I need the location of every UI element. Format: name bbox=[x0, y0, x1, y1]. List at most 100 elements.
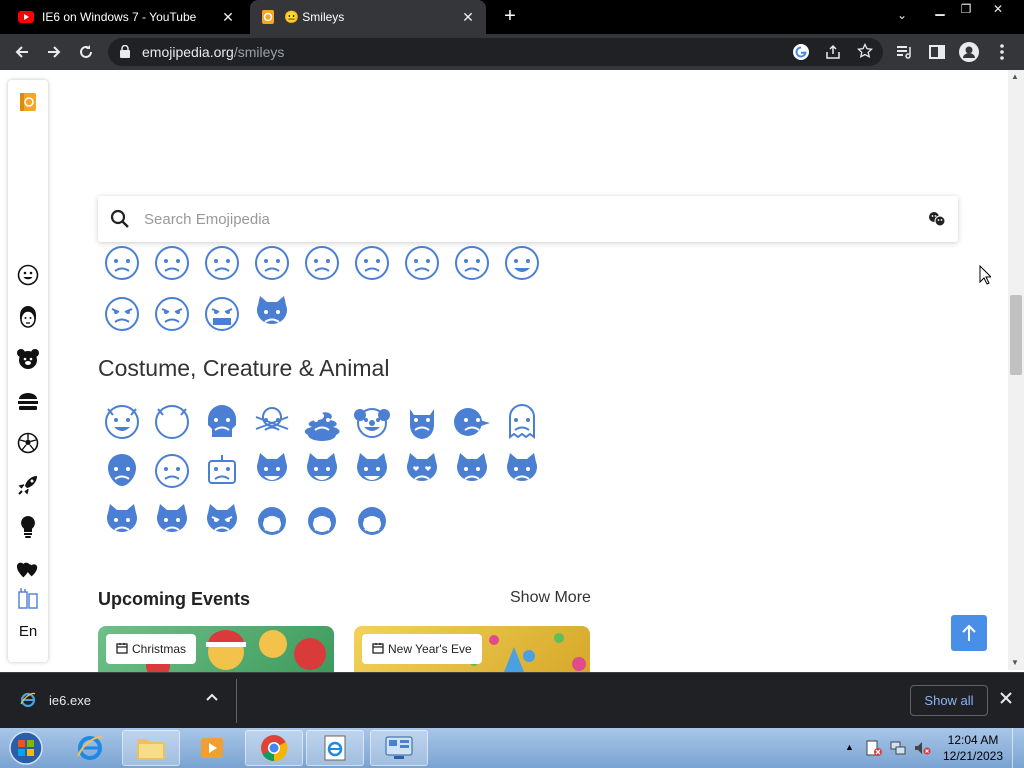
show-hidden-icons[interactable]: ▲ bbox=[845, 742, 854, 752]
imp-emoji[interactable] bbox=[152, 401, 192, 441]
reading-list-icon[interactable] bbox=[893, 40, 917, 64]
search-input[interactable] bbox=[144, 209, 844, 229]
taskbar-ie6-setup-icon[interactable] bbox=[306, 730, 364, 766]
taskbar-chrome-icon[interactable] bbox=[245, 730, 303, 766]
confounded-emoji[interactable] bbox=[252, 242, 292, 282]
bookmark-star-icon[interactable] bbox=[856, 42, 874, 64]
restore-button[interactable]: ❐ bbox=[952, 0, 980, 18]
calendar-icon bbox=[372, 642, 384, 657]
show-desktop-button[interactable] bbox=[1012, 728, 1024, 768]
taskbar-explorer-icon[interactable] bbox=[122, 730, 180, 766]
side-panel-icon[interactable] bbox=[925, 40, 949, 64]
smiling-imp-cat-emoji[interactable] bbox=[252, 293, 292, 333]
people-icon[interactable] bbox=[16, 305, 40, 329]
alien-monster-emoji[interactable] bbox=[152, 450, 192, 490]
new-tab-button[interactable]: + bbox=[500, 6, 520, 26]
close-tab-icon[interactable]: ✕ bbox=[220, 9, 236, 25]
emojipedia-logo-icon[interactable] bbox=[16, 90, 40, 114]
cursing-emoji[interactable] bbox=[202, 293, 242, 333]
saluting-emoji[interactable] bbox=[452, 242, 492, 282]
start-button[interactable] bbox=[6, 729, 46, 767]
profile-icon[interactable] bbox=[957, 40, 981, 64]
persevering-emoji[interactable] bbox=[402, 242, 442, 282]
hushed-emoji[interactable] bbox=[202, 242, 242, 282]
action-center-icon[interactable] bbox=[865, 739, 883, 762]
language-selector[interactable]: En bbox=[16, 619, 40, 643]
back-to-top-button[interactable] bbox=[951, 615, 987, 651]
skull-emoji[interactable] bbox=[202, 401, 242, 441]
taskbar-media-player-icon[interactable] bbox=[183, 730, 241, 766]
menu-icon[interactable] bbox=[990, 40, 1014, 64]
tab-search-icon[interactable]: ⌄ bbox=[897, 8, 913, 24]
minimize-button[interactable]: ▁ bbox=[926, 0, 954, 18]
scrollbar-thumb[interactable] bbox=[1010, 295, 1022, 375]
activities-icon[interactable] bbox=[16, 431, 40, 455]
smileys-icon[interactable] bbox=[16, 263, 40, 287]
ogre-emoji[interactable] bbox=[402, 401, 442, 441]
fearful-emoji[interactable] bbox=[152, 242, 192, 282]
scroll-up-icon[interactable]: ▲ bbox=[1011, 72, 1019, 81]
taskbar-ie-icon[interactable] bbox=[61, 730, 119, 766]
close-downloads-icon[interactable] bbox=[999, 691, 1013, 710]
food-icon[interactable] bbox=[16, 389, 40, 413]
search-box[interactable] bbox=[98, 196, 958, 242]
travel-icon[interactable] bbox=[16, 473, 40, 497]
system-clock[interactable]: 12:04 AM 12/21/2023 bbox=[938, 732, 1008, 764]
grinning-cat-emoji[interactable] bbox=[252, 450, 292, 490]
reload-icon[interactable] bbox=[74, 40, 98, 64]
smirk-cat-emoji[interactable] bbox=[452, 450, 492, 490]
download-filename[interactable]: ie6.exe bbox=[49, 693, 91, 708]
smiling-imp-emoji[interactable] bbox=[102, 401, 142, 441]
taskbar-control-panel-icon[interactable] bbox=[370, 730, 428, 766]
heart-eyes-cat-emoji[interactable] bbox=[402, 450, 442, 490]
url-text[interactable]: emojipedia.org/smileys bbox=[142, 44, 284, 60]
cursing-icon bbox=[205, 297, 239, 331]
share-icon[interactable] bbox=[825, 44, 841, 65]
kissing-cat-emoji[interactable] bbox=[502, 450, 542, 490]
goblin-emoji[interactable] bbox=[452, 401, 492, 441]
lock-icon[interactable] bbox=[120, 44, 130, 63]
tab-youtube[interactable]: IE6 on Windows 7 - YouTube ✕ bbox=[8, 0, 246, 34]
chevron-up-icon[interactable] bbox=[206, 691, 218, 705]
crying-cat-emoji[interactable] bbox=[152, 501, 192, 541]
anguished-emoji[interactable] bbox=[102, 242, 142, 282]
show-all-button[interactable]: Show all bbox=[910, 685, 988, 716]
objects-icon[interactable] bbox=[16, 515, 40, 539]
ghost-emoji[interactable] bbox=[502, 401, 542, 441]
see-no-evil-emoji[interactable] bbox=[252, 501, 292, 541]
google-icon[interactable] bbox=[793, 44, 809, 65]
forward-icon[interactable] bbox=[42, 40, 66, 64]
show-more-link[interactable]: Show More bbox=[510, 589, 591, 607]
event-card-christmas[interactable]: Christmas bbox=[98, 626, 334, 672]
hear-no-evil-emoji[interactable] bbox=[302, 501, 342, 541]
symbols-icon[interactable] bbox=[16, 557, 40, 581]
speak-no-evil-emoji[interactable] bbox=[352, 501, 392, 541]
skull-crossbones-emoji[interactable] bbox=[252, 401, 292, 441]
weary-emoji[interactable] bbox=[352, 242, 392, 282]
address-bar[interactable]: emojipedia.org/smileys bbox=[108, 38, 883, 66]
animals-icon[interactable] bbox=[16, 347, 40, 371]
emoji-picker-icon[interactable] bbox=[928, 210, 946, 233]
event-card-new-years-eve[interactable]: New Year's Eve bbox=[354, 626, 590, 672]
frowning-emoji[interactable] bbox=[302, 242, 342, 282]
scream-cat-emoji[interactable] bbox=[102, 501, 142, 541]
robot-emoji[interactable] bbox=[202, 450, 242, 490]
smiley-cat-emoji[interactable] bbox=[302, 450, 342, 490]
alien-emoji[interactable] bbox=[102, 450, 142, 490]
volume-muted-icon[interactable] bbox=[913, 739, 931, 762]
angry-steam-emoji[interactable] bbox=[152, 293, 192, 333]
pouting-cat-emoji[interactable] bbox=[202, 501, 242, 541]
clown-emoji[interactable] bbox=[352, 401, 392, 441]
close-tab-icon[interactable]: ✕ bbox=[460, 9, 476, 25]
clown-icon bbox=[354, 408, 390, 438]
flags-icon[interactable] bbox=[16, 586, 40, 610]
scroll-down-icon[interactable]: ▼ bbox=[1011, 658, 1019, 667]
tab-smileys[interactable]: 😐 Smileys ✕ bbox=[250, 0, 486, 34]
poop-emoji[interactable] bbox=[302, 401, 342, 441]
pouting-emoji[interactable] bbox=[102, 293, 142, 333]
cat-joy-emoji[interactable] bbox=[352, 450, 392, 490]
network-icon[interactable] bbox=[889, 739, 907, 762]
grinning-sweat-emoji[interactable] bbox=[502, 242, 542, 282]
back-icon[interactable] bbox=[10, 40, 34, 64]
close-window-button[interactable]: ✕ bbox=[984, 0, 1012, 18]
